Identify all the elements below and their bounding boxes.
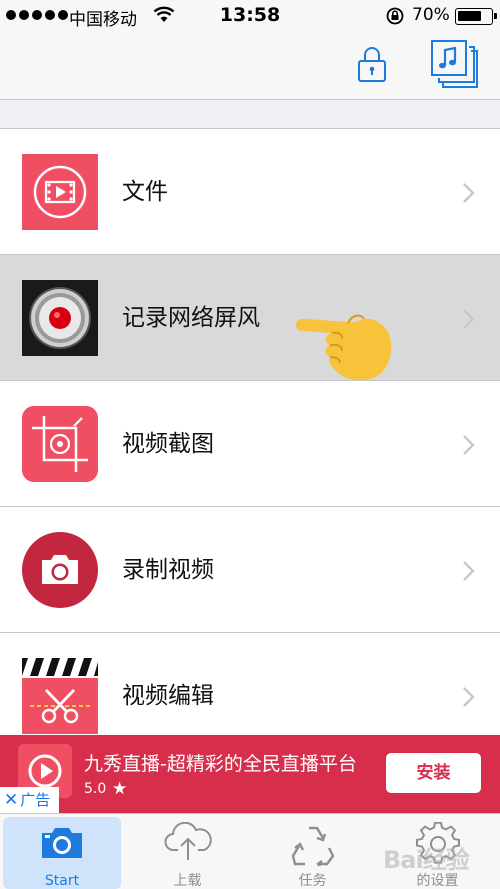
list-item-record-video[interactable]: 录制视频 [0, 507, 500, 633]
star-icon: ★ [112, 779, 128, 799]
list-item-label: 录制视频 [122, 557, 214, 583]
chevron-right-icon [463, 183, 475, 203]
ad-banner[interactable]: 九秀直播-超精彩的全民直播平台 5.0 ★ 安装 [0, 735, 500, 813]
ad-rating: 5.0 [84, 781, 107, 797]
install-button[interactable]: 安装 [386, 753, 481, 793]
list-item-label: 记录网络屏风 [122, 305, 260, 331]
tab-label: 上载 [173, 873, 202, 889]
chevron-right-icon [463, 561, 475, 581]
carrier-name: 中国移动 [69, 10, 137, 30]
app-screen: 中国移动 13:58 70% 文件 记录网络屏风 视频截图 录制视频 视频编辑 … [0, 0, 500, 889]
status-bar: 中国移动 13:58 70% [0, 0, 500, 32]
clapperboard-scissors-icon [22, 658, 98, 734]
signal-strength-icon [6, 10, 68, 20]
tab-label: Start [44, 873, 80, 889]
pointing-hand-icon [296, 314, 392, 381]
tab-upload[interactable]: 上载 [125, 814, 250, 889]
list-item-label: 文件 [122, 179, 168, 205]
wifi-icon [153, 6, 175, 22]
navigation-bar [0, 32, 500, 100]
ad-label: ✕ 广告 [0, 787, 59, 813]
cloud-upload-icon [164, 822, 212, 860]
ad-title: 九秀直播-超精彩的全民直播平台 [84, 753, 357, 775]
watermark: Bai经验 [383, 846, 470, 874]
record-button-icon [22, 280, 98, 356]
menu-list: 文件 记录网络屏风 视频截图 录制视频 视频编辑 [0, 128, 500, 759]
music-library-icon[interactable] [428, 38, 480, 90]
camera-icon [42, 828, 82, 858]
chevron-right-icon [463, 309, 475, 329]
battery-icon [455, 8, 497, 25]
tab-start[interactable]: Start [3, 817, 121, 889]
close-icon[interactable]: ✕ [4, 790, 18, 810]
list-item-files[interactable]: 文件 [0, 129, 500, 255]
list-item-record-screen[interactable]: 记录网络屏风 [0, 255, 500, 381]
rotation-lock-icon [386, 7, 404, 25]
tab-label: 任务 [298, 873, 327, 889]
battery-percent: 70% [412, 5, 450, 25]
lock-icon[interactable] [354, 44, 390, 84]
tab-tasks[interactable]: 任务 [250, 814, 375, 889]
list-item-label: 视频截图 [122, 431, 214, 457]
ad-label-text: 广告 [20, 791, 51, 809]
video-file-icon [22, 154, 98, 230]
crop-icon [22, 406, 98, 482]
recycle-icon [291, 826, 334, 866]
chevron-right-icon [463, 687, 475, 707]
camera-icon [22, 532, 98, 608]
list-item-video-screenshot[interactable]: 视频截图 [0, 381, 500, 507]
chevron-right-icon [463, 435, 475, 455]
